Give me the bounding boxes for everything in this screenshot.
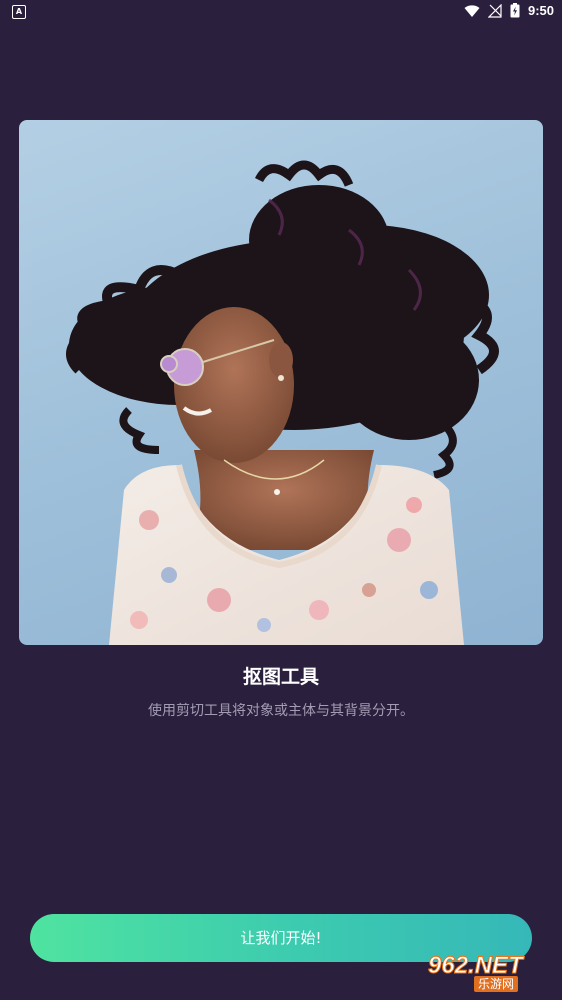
watermark-sub: 乐游网 <box>474 976 519 992</box>
signal-icon <box>487 3 502 18</box>
status-icons: 9:50 <box>464 3 554 18</box>
hero-image <box>19 120 543 645</box>
a-notification-icon: A <box>12 5 26 19</box>
page-subtitle: 使用剪切工具将对象或主体与其背景分开。 <box>148 703 414 719</box>
page-title: 抠图工具 <box>242 666 319 688</box>
woman-photo-illustration <box>66 160 499 645</box>
battery-icon <box>510 3 520 18</box>
clock: 9:50 <box>527 3 554 18</box>
status-bar: A 9:50 <box>0 0 562 24</box>
watermark-logo: 962.NET 乐游网 <box>420 952 556 994</box>
onboarding-screen: A 9:50 抠图工具 使用剪切工具将对象或主体与其背景分开。 让我们开始! 9… <box>0 0 562 1000</box>
wifi-icon <box>464 4 480 17</box>
